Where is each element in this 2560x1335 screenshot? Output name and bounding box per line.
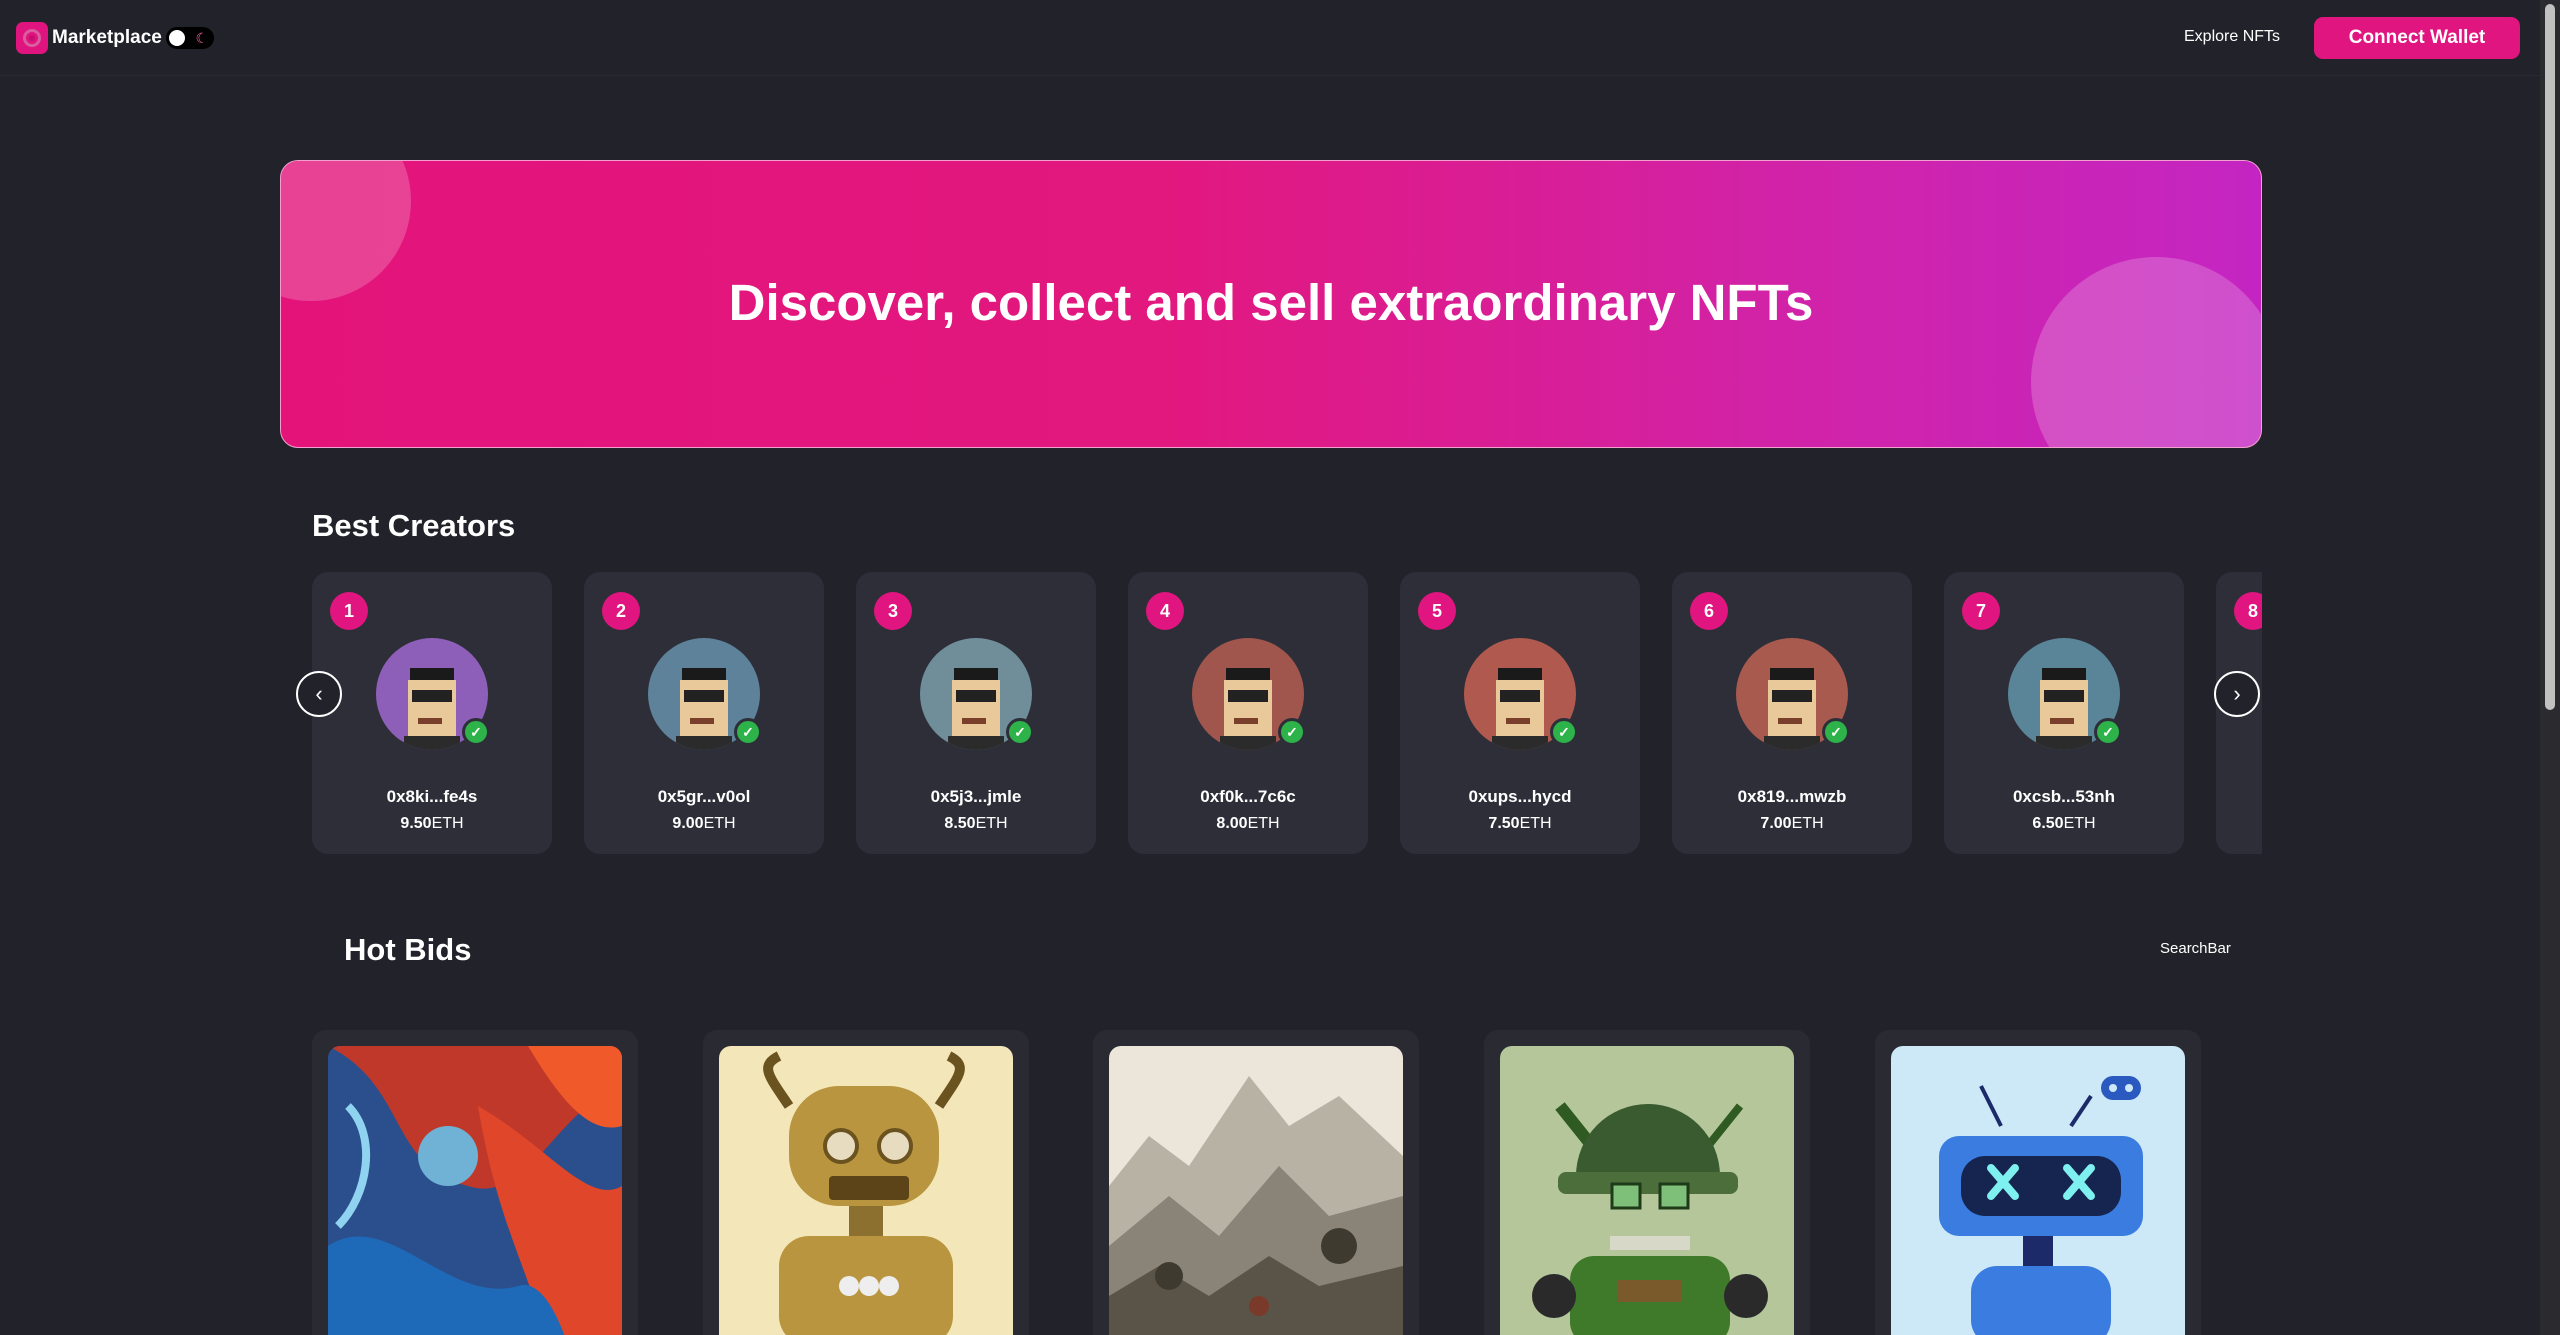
nft-card[interactable]: [312, 1030, 638, 1335]
search-bar[interactable]: SearchBar: [2160, 940, 2231, 957]
creator-card[interactable]: 3 ✓ 0x5j3...jmle 8.50ETH: [856, 572, 1096, 854]
currency-label: ETH: [1519, 815, 1552, 832]
avatar[interactable]: ✓: [648, 638, 762, 750]
avatar[interactable]: ✓: [1192, 638, 1306, 750]
creator-card[interactable]: 5 ✓ 0xups...hycd 7.50ETH: [1400, 572, 1640, 854]
creator-address[interactable]: 0x5gr...v0ol: [584, 787, 824, 807]
rank-badge: 5: [1418, 592, 1456, 630]
creator-amount: 9.00ETH: [584, 815, 824, 833]
chevron-left-icon: ‹: [315, 681, 323, 706]
avatar[interactable]: ✓: [1736, 638, 1850, 750]
chevron-right-icon: ›: [2233, 681, 2241, 706]
hot-bids-title: Hot Bids: [344, 932, 472, 967]
nft-image: [1109, 1046, 1403, 1335]
currency-label: ETH: [431, 815, 464, 832]
nft-card[interactable]: [1484, 1030, 1810, 1335]
logo-icon[interactable]: [16, 22, 48, 54]
amount-value: 8.50: [944, 815, 976, 832]
nft-card[interactable]: [1875, 1030, 2201, 1335]
avatar[interactable]: ✓: [2008, 638, 2122, 750]
nft-card[interactable]: [703, 1030, 1029, 1335]
rank-badge: 6: [1690, 592, 1728, 630]
creators-carousel: 1 ✓ 0x8ki...fe4s 9.50ETH 2 ✓ 0x5gr...v0ol 9.00E…: [312, 572, 2262, 856]
currency-label: ETH: [2063, 815, 2096, 832]
currency-label: ETH: [1791, 815, 1824, 832]
creator-card[interactable]: 4 ✓ 0xf0k...7c6c 8.00ETH: [1128, 572, 1368, 854]
verified-check-icon: ✓: [1822, 718, 1850, 746]
creator-card[interactable]: 7 ✓ 0xcsb...53nh 6.50ETH: [1944, 572, 2184, 854]
creator-amount: 7.50ETH: [1400, 815, 1640, 833]
nft-image: [1500, 1046, 1794, 1335]
rank-badge: 3: [874, 592, 912, 630]
amount-value: 6.50: [2032, 815, 2064, 832]
creator-card[interactable]: 1 ✓ 0x8ki...fe4s 9.50ETH: [312, 572, 552, 854]
nft-image: [719, 1046, 1013, 1335]
theme-toggle[interactable]: ☾: [166, 27, 214, 49]
verified-check-icon: ✓: [734, 718, 762, 746]
creator-address[interactable]: 0xf0k...7c6c: [1128, 787, 1368, 807]
verified-check-icon: ✓: [1550, 718, 1578, 746]
rank-badge: 2: [602, 592, 640, 630]
hero-title: Discover, collect and sell extraordinary…: [728, 274, 1814, 331]
amount-value: 7.50: [1488, 815, 1520, 832]
connect-wallet-button[interactable]: Connect Wallet: [2314, 17, 2520, 59]
rank-badge: 1: [330, 592, 368, 630]
currency-label: ETH: [703, 815, 736, 832]
creator-address[interactable]: 0x819...mwzb: [1672, 787, 1912, 807]
hero-banner: Discover, collect and sell extraordinary…: [280, 160, 2262, 448]
avatar[interactable]: ✓: [1464, 638, 1578, 750]
verified-check-icon: ✓: [462, 718, 490, 746]
creator-address[interactable]: 0xups...hycd: [1400, 787, 1640, 807]
toggle-knob: [169, 30, 185, 46]
navbar: Marketplace ☾ Explore NFTs Connect Walle…: [0, 0, 2540, 76]
page-scrollbar[interactable]: [2540, 0, 2560, 1335]
best-creators-title: Best Creators: [312, 508, 516, 543]
verified-check-icon: ✓: [2094, 718, 2122, 746]
amount-value: 7.00: [1760, 815, 1792, 832]
creator-card[interactable]: 2 ✓ 0x5gr...v0ol 9.00ETH: [584, 572, 824, 854]
creator-card[interactable]: 6 ✓ 0x819...mwzb 7.00ETH: [1672, 572, 1912, 854]
currency-label: ETH: [1247, 815, 1280, 832]
amount-value: 8.00: [1216, 815, 1248, 832]
avatar[interactable]: ✓: [376, 638, 490, 750]
creator-address[interactable]: 0xcsb...53nh: [1944, 787, 2184, 807]
verified-check-icon: ✓: [1006, 718, 1034, 746]
creator-address[interactable]: 0x5j3...jmle: [856, 787, 1096, 807]
creator-address[interactable]: 0x8ki...fe4s: [312, 787, 552, 807]
carousel-prev-button[interactable]: ‹: [296, 671, 342, 717]
rank-badge: 8: [2234, 592, 2262, 630]
amount-value: 9.50: [400, 815, 432, 832]
explore-nfts-link[interactable]: Explore NFTs: [2184, 28, 2280, 46]
nft-card[interactable]: [1093, 1030, 1419, 1335]
creator-amount: 6.50ETH: [1944, 815, 2184, 833]
brand-name[interactable]: Marketplace: [52, 27, 162, 49]
avatar[interactable]: ✓: [920, 638, 1034, 750]
creator-amount: 8.00ETH: [1128, 815, 1368, 833]
creator-amount: 7.00ETH: [1672, 815, 1912, 833]
rank-badge: 7: [1962, 592, 2000, 630]
currency-label: ETH: [975, 815, 1008, 832]
verified-check-icon: ✓: [1278, 718, 1306, 746]
moon-icon: ☾: [195, 30, 208, 46]
scrollbar-thumb[interactable]: [2545, 4, 2555, 710]
nft-image: [1891, 1046, 2185, 1335]
creator-amount: 9.50ETH: [312, 815, 552, 833]
nft-image: [328, 1046, 622, 1335]
rank-badge: 4: [1146, 592, 1184, 630]
amount-value: 9.00: [672, 815, 704, 832]
creator-amount: 8.50ETH: [856, 815, 1096, 833]
carousel-next-button[interactable]: ›: [2214, 671, 2260, 717]
